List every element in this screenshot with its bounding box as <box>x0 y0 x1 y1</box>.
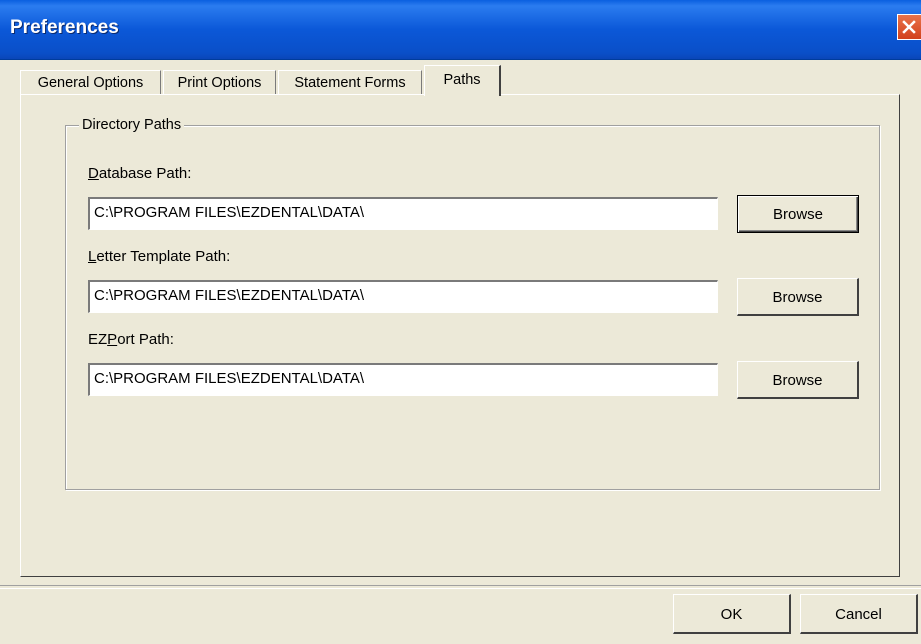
database-path-input[interactable]: C:\PROGRAM FILES\EZDENTAL\DATA\ <box>88 197 718 230</box>
ezport-path-label: EZPort Path: <box>88 331 174 348</box>
tab-label: Print Options <box>177 75 262 91</box>
tab-label: Paths <box>443 72 481 88</box>
cancel-button[interactable]: Cancel <box>800 594 918 634</box>
close-button[interactable] <box>897 14 921 40</box>
ezport-browse-button[interactable]: Browse <box>737 361 859 399</box>
title-bar: Preferences <box>0 0 921 60</box>
tab-panel-paths: Directory Paths Database Path: C:\PROGRA… <box>20 94 900 577</box>
tab-print-options[interactable]: Print Options <box>163 70 276 95</box>
database-browse-button[interactable]: Browse <box>737 195 859 233</box>
letter-template-browse-button[interactable]: Browse <box>737 278 859 316</box>
database-path-label: Database Path: <box>88 165 192 182</box>
letter-template-path-input[interactable]: C:\PROGRAM FILES\EZDENTAL\DATA\ <box>88 280 718 313</box>
tab-general-options[interactable]: General Options <box>20 70 161 95</box>
group-legend: Directory Paths <box>79 117 185 133</box>
ezport-path-input[interactable]: C:\PROGRAM FILES\EZDENTAL\DATA\ <box>88 363 718 396</box>
ok-button[interactable]: OK <box>673 594 791 634</box>
tab-paths[interactable]: Paths <box>424 65 501 96</box>
tab-label: General Options <box>37 75 144 91</box>
close-icon <box>902 20 916 34</box>
footer-divider <box>0 585 921 589</box>
tab-label: Statement Forms <box>294 75 406 91</box>
window-title: Preferences <box>10 17 119 38</box>
tab-statement-forms[interactable]: Statement Forms <box>278 70 422 95</box>
letter-template-path-label: Letter Template Path: <box>88 248 231 265</box>
